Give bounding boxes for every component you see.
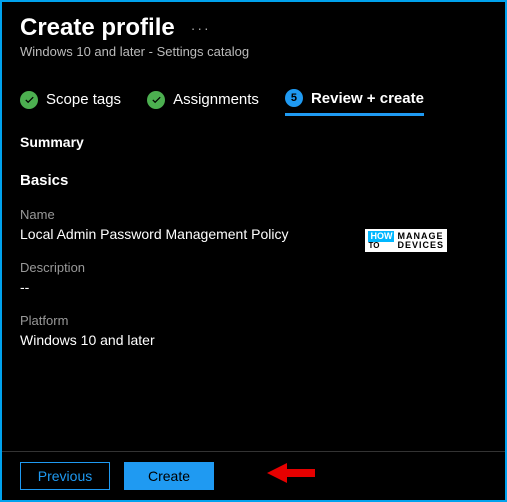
tab-scope-tags[interactable]: Scope tags (20, 91, 121, 115)
tab-label: Scope tags (46, 91, 121, 108)
field-description: Description -- (20, 260, 487, 295)
arrow-annotation-icon (267, 460, 315, 486)
name-label: Name (20, 207, 487, 222)
check-icon (20, 91, 38, 109)
description-value: -- (20, 279, 487, 295)
tab-label: Review + create (311, 90, 424, 107)
watermark-devices: DEVICES (397, 241, 444, 250)
platform-label: Platform (20, 313, 487, 328)
watermark-to: TO (368, 242, 379, 250)
field-platform: Platform Windows 10 and later (20, 313, 487, 348)
footer-bar: Previous Create (2, 451, 505, 500)
tab-label: Assignments (173, 91, 259, 108)
platform-value: Windows 10 and later (20, 332, 487, 348)
check-icon (147, 91, 165, 109)
tab-assignments[interactable]: Assignments (147, 91, 259, 115)
summary-heading: Summary (20, 134, 487, 150)
page-title: Create profile (20, 14, 175, 42)
more-icon[interactable]: ··· (191, 20, 211, 36)
step-number-icon: 5 (285, 89, 303, 107)
basics-heading: Basics (20, 172, 487, 189)
description-label: Description (20, 260, 487, 275)
page-subtitle: Windows 10 and later - Settings catalog (20, 44, 487, 59)
previous-button[interactable]: Previous (20, 462, 110, 490)
watermark-logo: HOW TO MANAGE DEVICES (363, 227, 449, 254)
tab-review-create[interactable]: 5 Review + create (285, 89, 424, 116)
create-button[interactable]: Create (124, 462, 214, 490)
wizard-tabs: Scope tags Assignments 5 Review + create (20, 89, 487, 116)
